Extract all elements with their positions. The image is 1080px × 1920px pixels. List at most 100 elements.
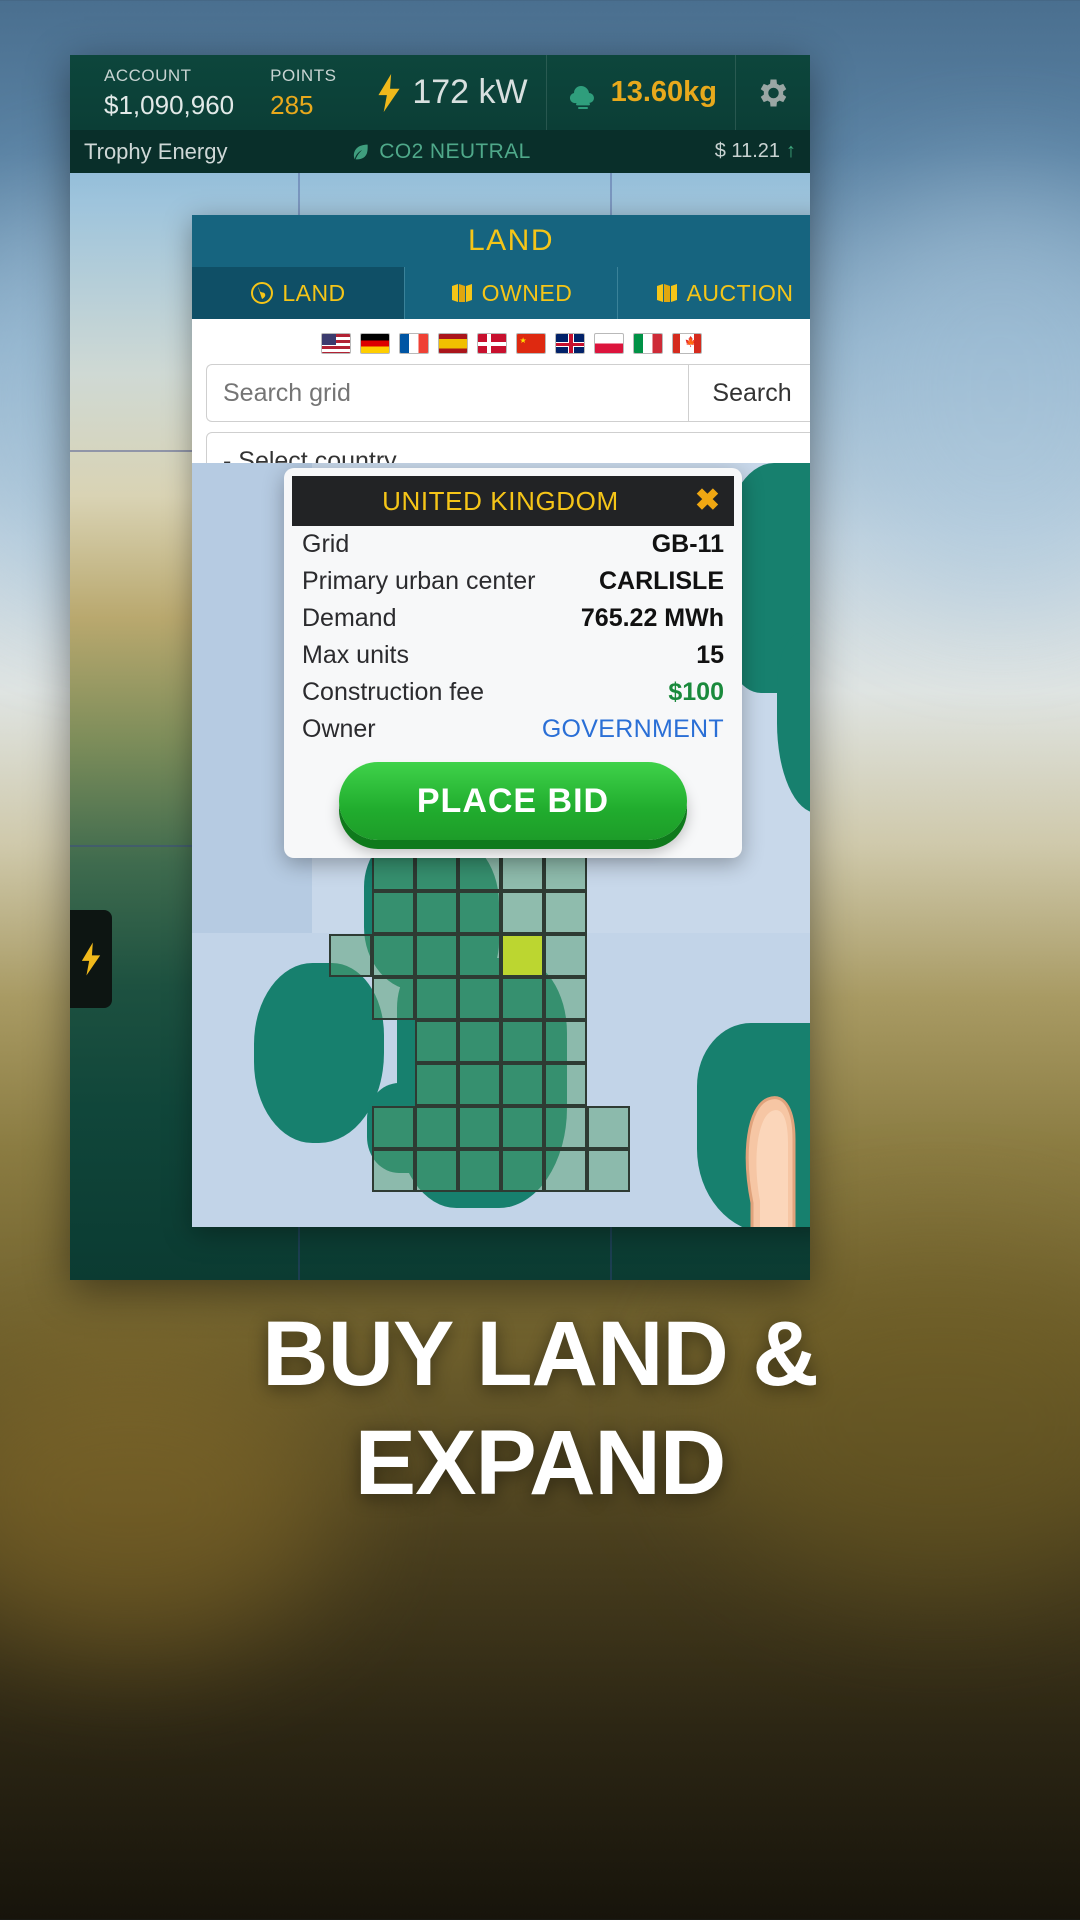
land-cell[interactable] [458, 1020, 501, 1063]
land-cell[interactable] [587, 1106, 630, 1149]
land-cell[interactable] [544, 1063, 587, 1106]
land-cell[interactable] [544, 891, 587, 934]
land-info-header: UNITED KINGDOM ✖ [292, 476, 734, 526]
land-cell[interactable] [372, 934, 415, 977]
land-cell[interactable] [415, 934, 458, 977]
info-row-demand: Demand 765.22 MWh [284, 600, 742, 637]
account-label: ACCOUNT [104, 66, 192, 85]
land-cell[interactable] [458, 977, 501, 1020]
land-cell[interactable] [501, 891, 544, 934]
tab-owned-label: OWNED [481, 279, 573, 306]
flag-spain[interactable] [437, 333, 468, 354]
land-cell[interactable] [329, 934, 372, 977]
land-cell[interactable] [501, 1149, 544, 1192]
account-value: $1,090,960 [104, 90, 235, 120]
lightning-bolt-icon [81, 942, 101, 976]
land-cell[interactable] [415, 977, 458, 1020]
land-cell[interactable] [587, 1149, 630, 1192]
power-indicator: 172 kW [358, 55, 545, 130]
co2-cloud-icon [569, 85, 594, 109]
land-cell[interactable] [415, 1063, 458, 1106]
tab-land-label: LAND [282, 279, 346, 306]
land-cell[interactable] [501, 977, 544, 1020]
land-cell[interactable] [501, 1063, 544, 1106]
game-screen: ACCOUNT $1,090,960 POINTS 285 172 kW 13.… [70, 55, 810, 1280]
tab-land[interactable]: LAND [192, 267, 404, 319]
land-cell[interactable] [458, 1063, 501, 1106]
info-label: Grid [302, 530, 350, 558]
land-cell[interactable] [458, 1149, 501, 1192]
points-label: POINTS [270, 66, 337, 85]
pointer-hand-icon [745, 1096, 796, 1227]
power-value: 172 kW [412, 73, 528, 111]
arrow-up-icon: ↑ [786, 140, 796, 162]
land-cell-selected[interactable] [501, 934, 544, 977]
energy-price-value: $ 11.21 [714, 140, 780, 162]
map-icon [655, 281, 679, 305]
land-cell[interactable] [501, 1106, 544, 1149]
info-value: 15 [696, 641, 724, 669]
globe-icon [250, 281, 274, 305]
search-row: Search [206, 364, 810, 422]
land-cell[interactable] [544, 1106, 587, 1149]
co2-value: 13.60kg [610, 76, 717, 108]
search-button[interactable]: Search [688, 364, 810, 422]
info-row-max-units: Max units 15 [284, 637, 742, 674]
company-bar: Trophy Energy CO2 NEUTRAL $ 11.21 ↑ [70, 130, 810, 173]
settings-button[interactable] [735, 55, 796, 130]
land-cell[interactable] [544, 934, 587, 977]
flag-canada[interactable]: 🍁 [671, 333, 702, 354]
land-cell[interactable] [458, 934, 501, 977]
land-cell[interactable] [458, 1106, 501, 1149]
hud-bar: ACCOUNT $1,090,960 POINTS 285 172 kW 13.… [70, 55, 810, 130]
land-panel: LAND LAND OWNED AUCTION ★ 🍁 Search grid … [192, 215, 810, 1227]
gear-icon [760, 79, 787, 106]
flag-poland[interactable] [593, 333, 624, 354]
flag-united-kingdom[interactable] [554, 333, 585, 354]
points-stat: POINTS 285 [270, 55, 336, 118]
flag-italy[interactable] [632, 333, 663, 354]
tab-auction[interactable]: AUCTION [617, 267, 810, 319]
flag-denmark[interactable] [476, 333, 507, 354]
info-row-grid: Grid GB-11 [284, 526, 742, 563]
flag-united-states[interactable] [320, 333, 351, 354]
energy-flap-button[interactable] [70, 910, 112, 1008]
promo-caption: BUY LAND & EXPAND [0, 1300, 1080, 1517]
points-value: 285 [270, 90, 314, 120]
land-info-title: UNITED KINGDOM [382, 485, 619, 516]
flag-china[interactable]: ★ [515, 333, 546, 354]
land-cell[interactable] [415, 1149, 458, 1192]
close-icon[interactable]: ✖ [695, 486, 720, 516]
flag-france[interactable] [398, 333, 429, 354]
caption-line-2: EXPAND [354, 1411, 727, 1514]
land-cell[interactable] [544, 1149, 587, 1192]
land-cell[interactable] [415, 1106, 458, 1149]
land-cell[interactable] [415, 1020, 458, 1063]
info-row-urban-center: Primary urban center CARLISLE [284, 563, 742, 600]
landmass-ireland [254, 963, 384, 1143]
land-cell[interactable] [372, 977, 415, 1020]
land-cell[interactable] [458, 891, 501, 934]
land-cell[interactable] [544, 1020, 587, 1063]
bid-button-wrap: PLACE BID [284, 762, 742, 840]
land-cell[interactable] [372, 1149, 415, 1192]
land-cell[interactable] [415, 891, 458, 934]
land-map[interactable]: UNITED KINGDOM ✖ Grid GB-11 Primary urba… [192, 463, 810, 1227]
info-value: 765.22 MWh [580, 604, 724, 632]
place-bid-button[interactable]: PLACE BID [339, 762, 687, 840]
flag-germany[interactable] [359, 333, 390, 354]
info-label: Demand [302, 604, 397, 632]
co2-neutral-text: CO2 NEUTRAL [379, 139, 531, 163]
land-cell[interactable] [501, 1020, 544, 1063]
info-label: Max units [302, 641, 409, 669]
lightning-bolt-icon [378, 73, 400, 112]
search-input[interactable] [206, 364, 688, 422]
info-row-construction-fee: Construction fee $100 [284, 674, 742, 711]
land-cell[interactable] [544, 977, 587, 1020]
tab-owned[interactable]: OWNED [404, 267, 617, 319]
panel-tabs: LAND OWNED AUCTION [192, 267, 810, 319]
info-row-owner: Owner GOVERNMENT [284, 711, 742, 748]
land-cell[interactable] [372, 891, 415, 934]
land-cell[interactable] [372, 1106, 415, 1149]
info-value: CARLISLE [599, 567, 724, 595]
